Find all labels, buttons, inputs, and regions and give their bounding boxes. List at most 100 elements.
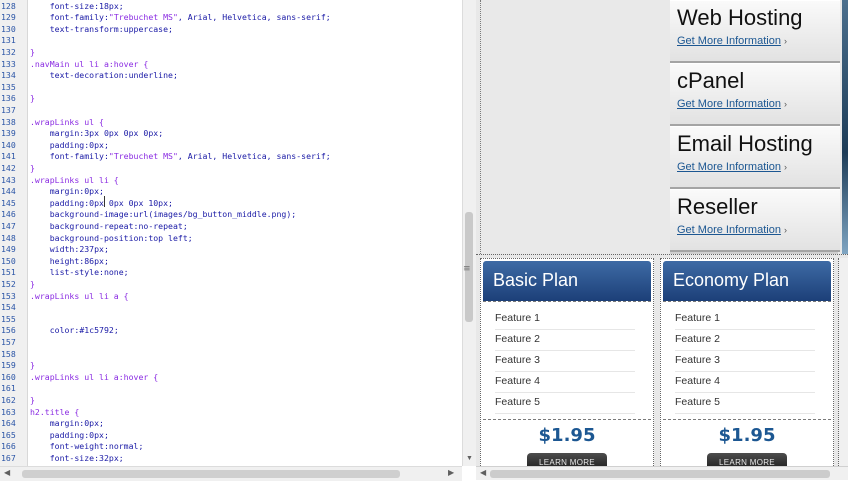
code-line[interactable]: 145 padding:0px 0px 0px 10px; — [0, 198, 462, 210]
code-line[interactable]: 139 margin:3px 0px 0px 0px; — [0, 128, 462, 140]
scroll-down-arrow-icon[interactable]: ▼ — [466, 455, 473, 462]
code-text[interactable]: } — [30, 395, 35, 407]
code-line[interactable]: 149 width:237px; — [0, 244, 462, 256]
code-line[interactable]: 142} — [0, 163, 462, 175]
scroll-left-arrow-icon[interactable]: ◀ — [480, 468, 486, 477]
code-line[interactable]: 147 background-repeat:no-repeat; — [0, 221, 462, 233]
code-line[interactable]: 166 font-weight:normal; — [0, 441, 462, 453]
code-editor[interactable]: 128 font-size:18px; 129 font-family:"Treb… — [0, 0, 462, 466]
code-text[interactable]: } — [30, 360, 35, 372]
get-more-information-link[interactable]: Get More Information › — [677, 161, 787, 173]
code-line[interactable]: 148 background-position:top left; — [0, 233, 462, 245]
code-line[interactable]: 153 .wrapLinks ul li a { — [0, 291, 462, 303]
code-text[interactable]: color:#1c5792; — [30, 325, 119, 337]
code-text[interactable]: .wrapLinks ul li a:hover { — [30, 372, 158, 384]
code-line[interactable]: 161 — [0, 383, 462, 395]
code-text[interactable]: list-style:none; — [30, 267, 129, 279]
code-text[interactable]: width:237px; — [30, 244, 109, 256]
code-line[interactable]: 130 text-transform:uppercase; — [0, 24, 462, 36]
editor-vertical-scrollbar[interactable]: ▼ — [462, 0, 476, 466]
code-line[interactable]: 154 — [0, 302, 462, 314]
code-line[interactable]: 151 list-style:none; — [0, 267, 462, 279]
code-line[interactable]: 144 margin:0px; — [0, 186, 462, 198]
code-line[interactable]: 150 height:86px; — [0, 256, 462, 268]
code-text[interactable]: font-family:"Trebuchet MS", Arial, Helve… — [30, 12, 331, 24]
link-text[interactable]: Get More Information — [677, 224, 781, 236]
code-text[interactable]: margin:0px; — [30, 418, 104, 430]
code-line[interactable]: 157 — [0, 337, 462, 349]
code-line[interactable]: 164 margin:0px; — [0, 418, 462, 430]
code-line[interactable]: 129 font-family:"Trebuchet MS", Arial, H… — [0, 12, 462, 24]
code-text[interactable]: font-size:18px; — [30, 1, 124, 13]
code-token: "Trebuchet MS" — [108, 12, 178, 23]
code-text[interactable]: background-position:top left; — [30, 233, 193, 245]
get-more-information-link[interactable]: Get More Information › — [677, 35, 787, 47]
link-text[interactable]: Get More Information — [677, 161, 781, 173]
code-line[interactable]: 162} — [0, 395, 462, 407]
code-text[interactable]: text-decoration:underline; — [30, 70, 178, 82]
code-line[interactable]: 135 — [0, 82, 462, 94]
link-text[interactable]: Get More Information — [677, 35, 781, 47]
arrow-right-icon: › — [783, 99, 787, 109]
code-line[interactable]: 152} — [0, 279, 462, 291]
code-line[interactable]: 141 font-family:"Trebuchet MS", Arial, H… — [0, 151, 462, 163]
code-token: ; — [187, 232, 193, 243]
code-text[interactable]: padding:0px 0px 0px 10px; — [30, 198, 173, 210]
pane-splitter-grip-icon[interactable]: ≡ — [463, 264, 471, 274]
get-more-information-link[interactable]: Get More Information › — [677, 224, 787, 236]
editor-horizontal-scrollbar[interactable]: ◀ ▶ — [0, 466, 462, 481]
line-number: 156 — [1, 325, 16, 336]
code-text[interactable]: padding:0px; — [30, 430, 109, 442]
scroll-right-arrow-icon[interactable]: ▶ — [448, 468, 454, 477]
preview-horizontal-scroll-thumb[interactable] — [490, 470, 830, 478]
code-line[interactable]: 155 — [0, 314, 462, 326]
code-text[interactable]: .wrapLinks ul { — [30, 117, 104, 129]
code-text[interactable]: } — [30, 93, 35, 105]
code-line[interactable]: 158 — [0, 349, 462, 361]
preview-horizontal-scrollbar[interactable]: ◀ — [476, 466, 848, 480]
code-line[interactable]: 128 font-size:18px; — [0, 1, 462, 13]
code-line[interactable]: 167 font-size:32px; — [0, 453, 462, 465]
code-text[interactable]: .navMain ul li a:hover { — [30, 59, 148, 71]
code-text[interactable]: background-image:url(images/bg_button_mi… — [30, 209, 297, 221]
code-text[interactable]: .wrapLinks ul li a { — [30, 291, 129, 303]
code-text[interactable]: margin:0px; — [30, 186, 104, 198]
code-line[interactable]: 165 padding:0px; — [0, 430, 462, 442]
line-number: 166 — [1, 441, 16, 452]
code-token: .wrapLinks ul li a:hover { — [30, 371, 159, 382]
code-line[interactable]: 160 .wrapLinks ul li a:hover { — [0, 372, 462, 384]
code-line[interactable]: 159} — [0, 360, 462, 372]
code-token: ; — [123, 267, 129, 278]
code-text[interactable]: padding:0px; — [30, 140, 109, 152]
get-more-information-link[interactable]: Get More Information › — [677, 98, 787, 110]
code-text[interactable]: background-repeat:no-repeat; — [30, 221, 188, 233]
code-text[interactable]: font-family:"Trebuchet MS", Arial, Helve… — [30, 151, 331, 163]
link-title: Reseller — [677, 194, 758, 219]
code-text[interactable]: margin:3px 0px 0px 0px; — [30, 128, 163, 140]
scroll-left-arrow-icon[interactable]: ◀ — [4, 468, 10, 477]
link-text[interactable]: Get More Information — [677, 98, 781, 110]
code-text[interactable]: font-size:32px; — [30, 453, 124, 465]
code-text[interactable]: } — [30, 279, 35, 291]
code-line[interactable]: 140 padding:0px; — [0, 140, 462, 152]
code-line[interactable]: 137 — [0, 105, 462, 117]
code-line[interactable]: 133 .navMain ul li a:hover { — [0, 59, 462, 71]
code-text[interactable]: font-weight:normal; — [30, 441, 144, 453]
section-divider — [476, 254, 848, 255]
code-line[interactable]: 143 .wrapLinks ul li { — [0, 175, 462, 187]
code-text[interactable]: } — [30, 47, 35, 59]
editor-horizontal-scroll-thumb[interactable] — [22, 470, 400, 478]
code-line[interactable]: 131 — [0, 35, 462, 47]
code-line[interactable]: 156 color:#1c5792; — [0, 325, 462, 337]
code-text[interactable]: h2.title { — [30, 407, 79, 419]
code-line[interactable]: 136} — [0, 93, 462, 105]
code-line[interactable]: 163 h2.title { — [0, 407, 462, 419]
code-line[interactable]: 132} — [0, 47, 462, 59]
code-line[interactable]: 146 background-image:url(images/bg_butto… — [0, 209, 462, 221]
code-text[interactable]: text-transform:uppercase; — [30, 24, 173, 36]
code-text[interactable]: .wrapLinks ul li { — [30, 175, 119, 187]
code-line[interactable]: 138 .wrapLinks ul { — [0, 117, 462, 129]
code-text[interactable]: height:86px; — [30, 256, 109, 268]
code-text[interactable]: } — [30, 163, 35, 175]
code-line[interactable]: 134 text-decoration:underline; — [0, 70, 462, 82]
